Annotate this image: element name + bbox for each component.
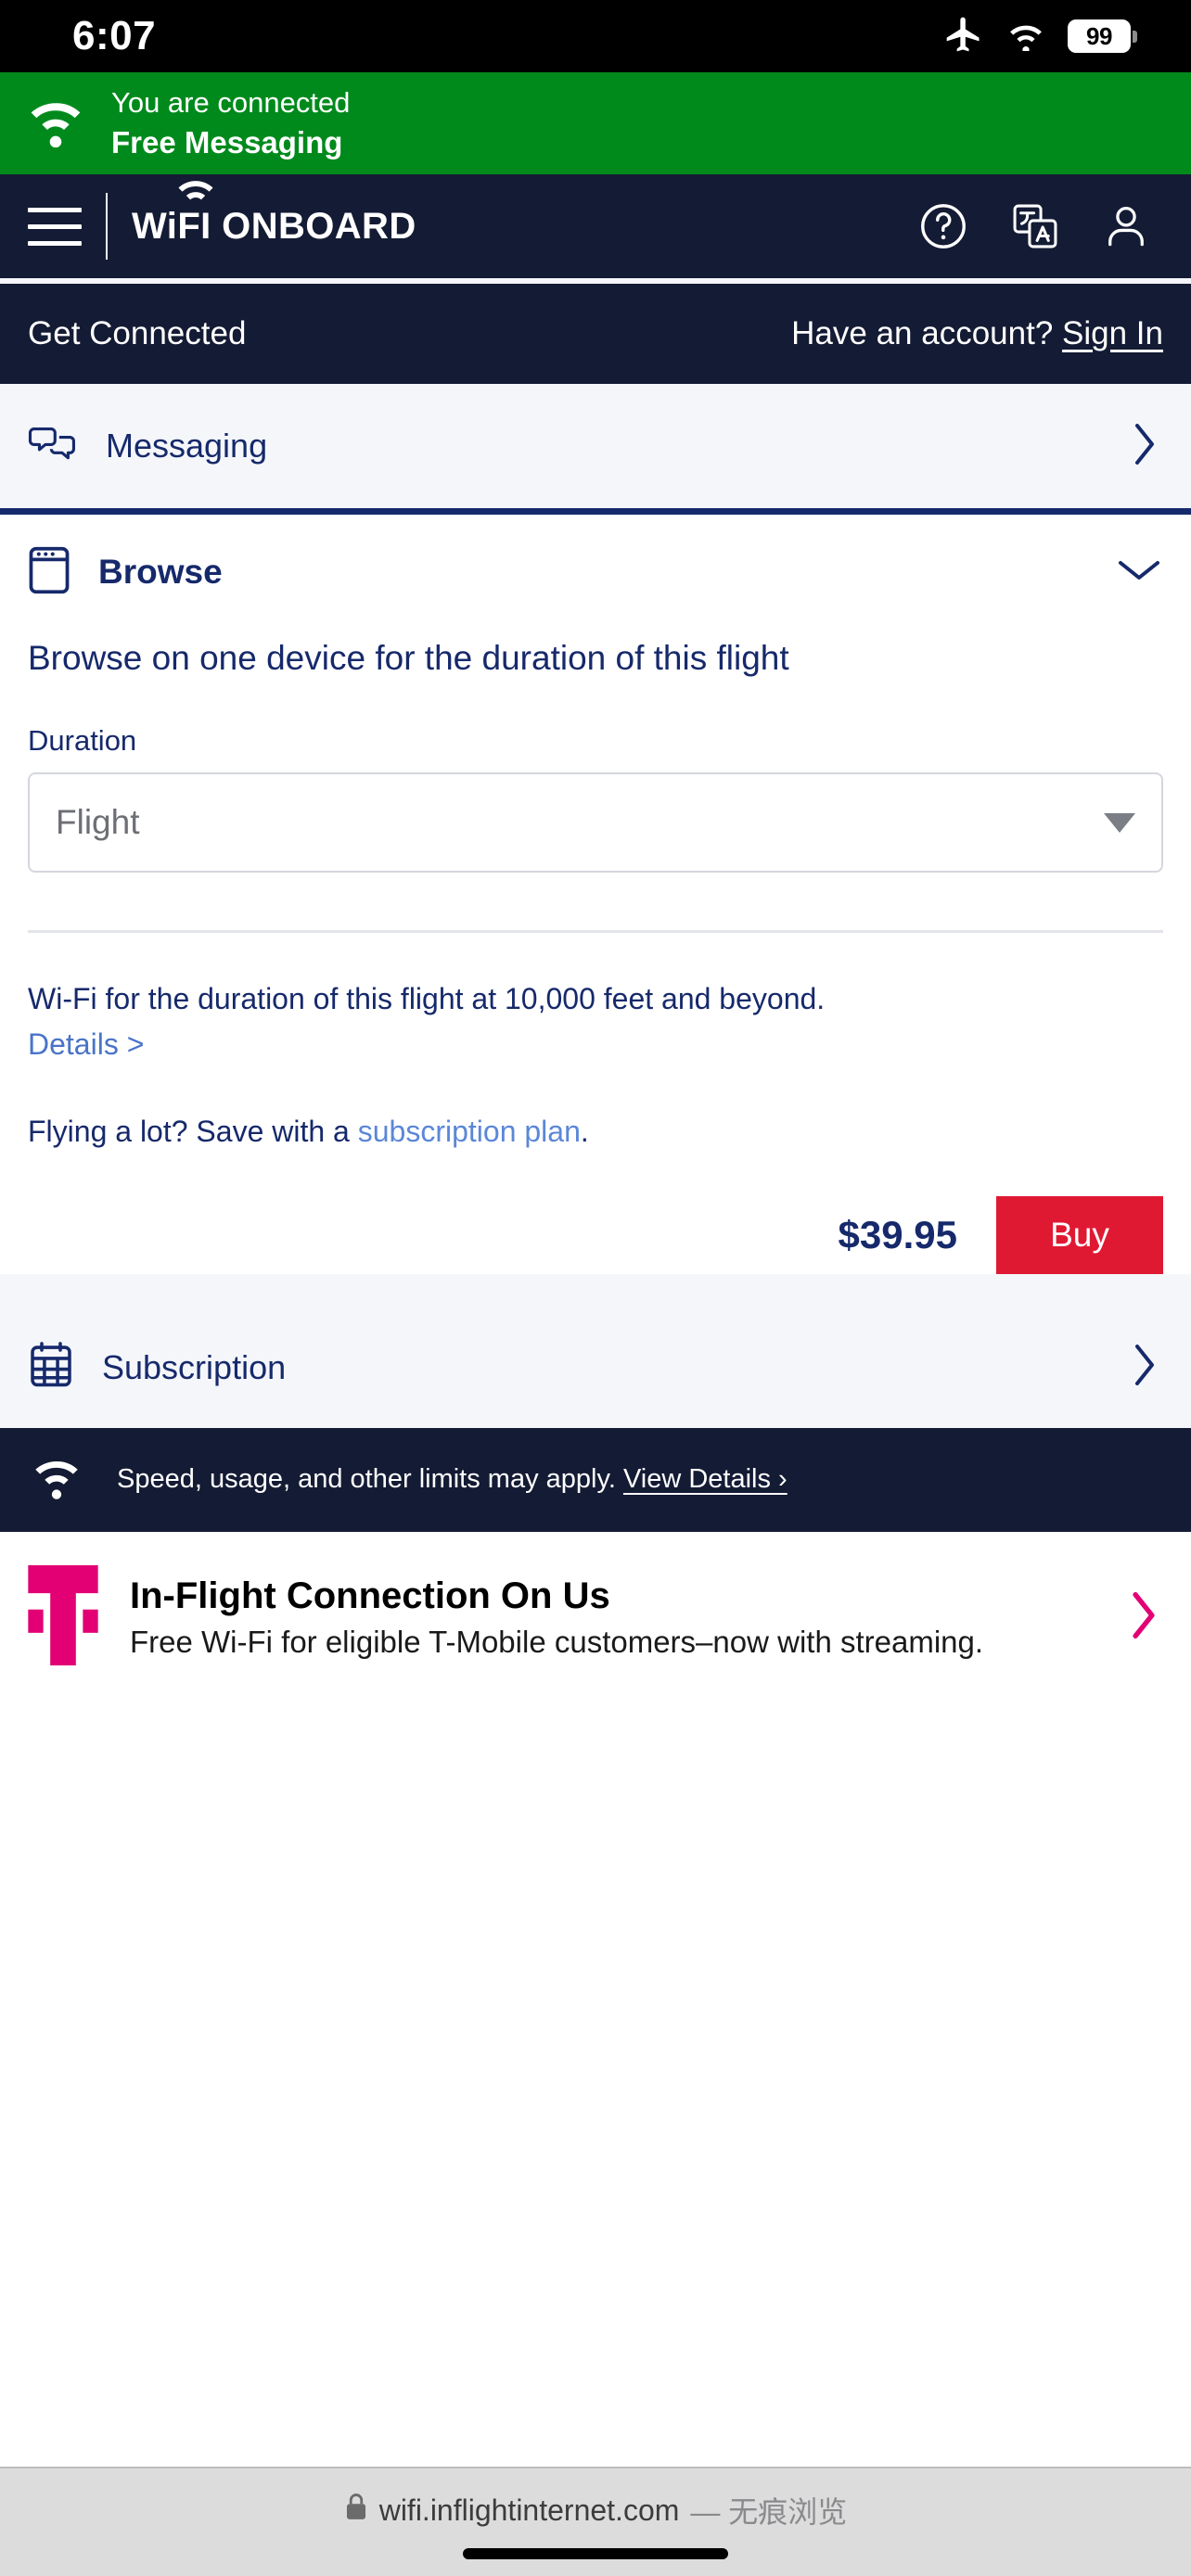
private-browsing-label: — 无痕浏览 [690,2495,848,2529]
chevron-right-icon [1126,420,1163,473]
chevron-right-icon [1126,1341,1163,1394]
duration-selected-value: Flight [56,803,140,842]
promo-text: In-Flight Connection On Us Free Wi-Fi fo… [130,1575,1093,1662]
view-details-link[interactable]: View Details › [623,1464,788,1494]
browse-lead-text: Browse on one device for the duration of… [28,639,789,677]
battery-cap [1133,30,1137,43]
connected-banner: You are connected Free Messaging [0,72,1191,174]
duration-select[interactable]: Flight [28,772,1163,874]
app-screen: 6:07 99 You are connected Free Messaging… [0,0,1191,2576]
wifi-icon [1005,18,1047,56]
browse-section-header[interactable]: Browse [0,515,1191,630]
brand-name: WiFI ONBOARD [132,206,416,247]
browse-section-body: Browse on one device for the duration of… [0,630,1191,1274]
status-bar-indicators: 99 [943,14,1137,59]
sign-in-link[interactable]: Sign In [1062,315,1163,351]
duration-label: Duration [28,724,137,758]
translate-icon[interactable] [1009,200,1061,252]
account-prompt-text: Have an account? [791,315,1054,351]
buy-button[interactable]: Buy [996,1195,1163,1274]
help-icon[interactable] [916,199,970,253]
chevron-down-icon [1104,812,1135,833]
browse-title: Browse [98,553,223,591]
browser-window-icon [28,545,70,600]
section-spacer [0,1273,1191,1307]
browse-description: Wi-Fi for the duration of this flight at… [28,982,826,1016]
hamburger-line [28,207,82,212]
t-mobile-logo [28,1565,98,1670]
hamburger-line [28,223,82,229]
limits-footer: Speed, usage, and other limits may apply… [0,1427,1191,1532]
promo-subtitle: Free Wi-Fi for eligible T-Mobile custome… [130,1624,984,1659]
price-label: $39.95 [838,1212,957,1256]
purchase-row: $39.95 Buy [28,1195,1163,1274]
subscription-plan-link[interactable]: subscription plan [358,1115,581,1148]
chevron-down-icon[interactable] [1115,555,1163,591]
connected-text: You are connected Free Messaging [111,83,350,163]
page-subnav: Get Connected Have an account? Sign In [0,278,1191,384]
messaging-row[interactable]: Messaging [0,384,1191,508]
promo-title: In-Flight Connection On Us [130,1575,610,1616]
hamburger-menu-icon[interactable] [28,207,82,246]
calendar-icon [28,1341,74,1394]
account-icon[interactable] [1100,200,1152,252]
chevron-right-icon[interactable] [1124,1588,1163,1647]
url-display[interactable]: wifi.inflightinternet.com — 无痕浏览 [344,2489,848,2531]
connected-plan-line: Free Messaging [111,124,343,159]
chat-bubbles-icon [28,422,78,471]
limits-message: Speed, usage, and other limits may apply… [117,1464,616,1495]
browser-bottom-bar: wifi.inflightinternet.com — 无痕浏览 [0,2467,1191,2576]
details-link[interactable]: Details > [28,1027,144,1061]
content-divider [28,930,1163,934]
airplane-mode-icon [943,14,984,59]
section-divider [0,508,1191,515]
brand-logo[interactable]: WiFI ONBOARD [132,181,416,247]
header-divider [106,193,108,260]
subscription-label: Subscription [102,1347,287,1386]
sign-in-prompt: Have an account? Sign In [791,315,1163,352]
tmobile-promo-banner[interactable]: In-Flight Connection On Us Free Wi-Fi fo… [0,1531,1191,1708]
subscription-prompt-prefix: Flying a lot? Save with a [28,1114,358,1148]
wifi-icon [22,96,89,152]
lock-icon [344,2492,368,2529]
messaging-label: Messaging [106,427,268,465]
page-title: Get Connected [28,315,247,351]
battery-indicator: 99 [1068,19,1137,53]
subscription-row[interactable]: Subscription [0,1307,1191,1428]
connected-status-line: You are connected [111,85,351,119]
status-bar-time: 6:07 [72,13,157,58]
status-bar: 6:07 99 [0,0,1191,72]
app-header: WiFI ONBOARD [0,174,1191,278]
subscription-prompt: Flying a lot? Save with a subscription p… [28,1112,1163,1152]
wifi-icon [28,1455,85,1504]
limits-text: Speed, usage, and other limits may apply… [117,1464,788,1495]
wifi-icon [178,181,213,200]
battery-level: 99 [1068,19,1131,53]
header-actions [916,199,1152,253]
home-indicator [463,2548,728,2559]
subscription-prompt-suffix: . [580,1114,589,1148]
url-host: wifi.inflightinternet.com [378,2493,680,2527]
hamburger-line [28,240,82,246]
